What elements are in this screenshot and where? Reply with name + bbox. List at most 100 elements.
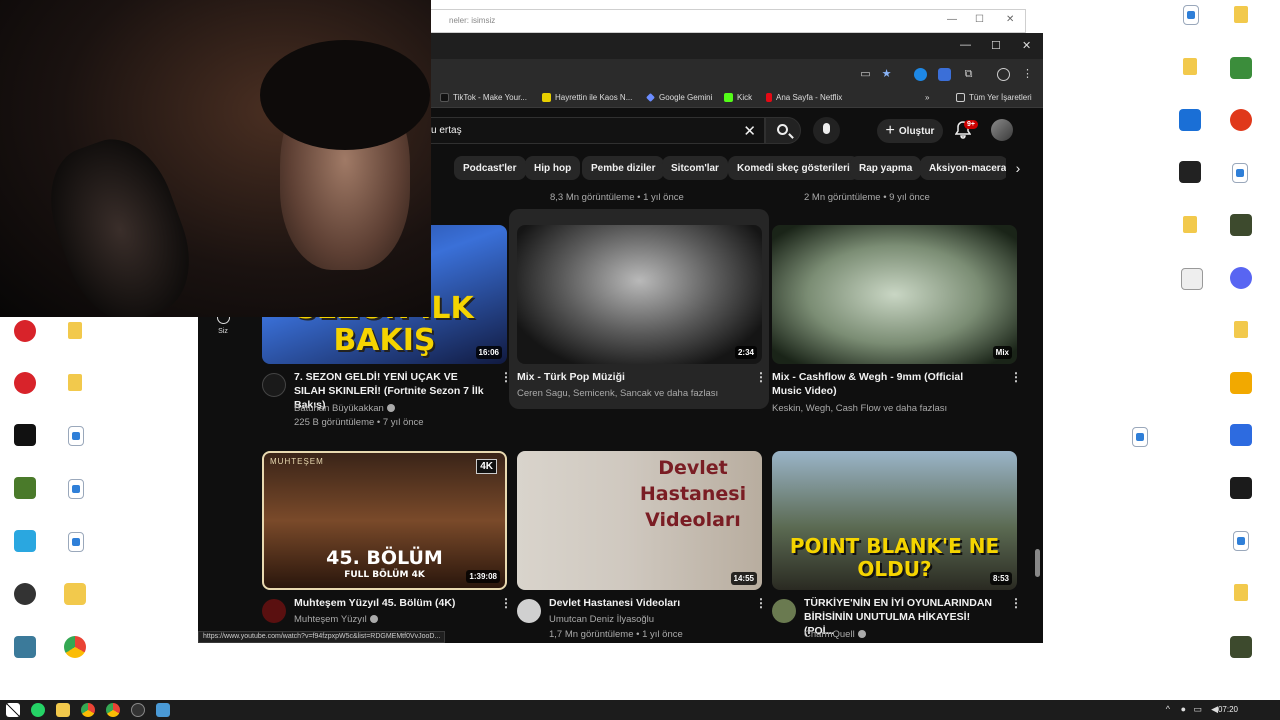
all-bookmarks[interactable]: Tüm Yer İşaretleri [956,93,1032,102]
app-icon[interactable] [14,530,36,552]
channel-avatar[interactable] [262,373,286,397]
clear-search-icon[interactable]: ✕ [743,122,756,140]
more-options-icon[interactable]: ⋮ [1010,597,1022,609]
app-icon[interactable] [156,703,170,717]
video-card[interactable]: Devlet Hastanesi Videoları 14:55 Devlet … [517,451,767,640]
cast-icon[interactable]: ▭ [859,68,872,81]
create-button[interactable]: + Oluştur [877,119,943,143]
chip[interactable]: Aksiyon-macera d [920,156,1008,180]
scrollbar[interactable] [1034,154,1040,634]
audio-icon[interactable] [1230,477,1252,499]
chip[interactable]: Sitcom'lar [662,156,728,180]
channel-name[interactable]: Keskin, Wegh, Cash Flow ve daha fazlası [772,403,947,414]
clock[interactable]: 07:20 [1218,705,1238,714]
chip[interactable]: Podcast'ler [454,156,526,180]
epic-games-icon[interactable] [14,424,36,446]
channel-name[interactable]: CharmQuell [804,629,866,640]
network-icon[interactable]: ▭ [1193,704,1202,715]
video-title[interactable]: Muhteşem Yüzyıl 45. Bölüm (4K) [294,596,492,610]
video-card[interactable]: 2:34 Mix - Türk Pop Müziği Ceren Sagu, S… [517,225,767,399]
folder-icon[interactable] [1183,216,1197,233]
profile-icon[interactable] [997,68,1010,81]
video-card[interactable]: Mix Mix - Cashflow & Wegh - 9mm (Officia… [772,225,1022,414]
app-icon[interactable] [14,320,36,342]
close-icon[interactable]: ✕ [1022,39,1031,52]
app-icon[interactable] [14,636,36,658]
bookmark-tiktok[interactable]: TikTok - Make Your... [440,93,527,102]
background-window[interactable]: neler: isimsiz — ☐ ✕ [430,9,1026,33]
video-title[interactable]: Devlet Hastanesi Videoları [549,596,747,610]
video-thumbnail[interactable]: POINT BLANK'E NE OLDU? 8:53 [772,451,1017,590]
search-button[interactable] [765,117,801,144]
teamviewer-icon[interactable] [1179,109,1201,131]
chip[interactable]: Rap yapma [850,156,922,180]
video-title[interactable]: Mix - Türk Pop Müziği [517,370,715,384]
channel-name[interactable]: Ceren Sagu, Semicenk, Sancak ve daha faz… [517,388,718,399]
app-icon[interactable] [1230,424,1252,446]
media-icon[interactable] [1181,268,1203,290]
chrome-icon[interactable] [64,636,86,658]
whatsapp-icon[interactable] [31,703,45,717]
more-options-icon[interactable]: ⋮ [500,597,512,609]
obs-icon[interactable] [131,703,145,717]
video-card[interactable]: MUHTEŞEM 4K 45. BÖLÜM FULL BÖLÜM 4K 1:39… [262,451,512,625]
chips-next-icon[interactable]: › [1006,156,1030,180]
bookmark-gemini[interactable]: Google Gemini [646,93,712,102]
menu-dots-icon[interactable]: ⋮ [1021,68,1034,81]
folder-icon[interactable] [1234,584,1248,601]
rockstar-icon[interactable] [64,583,86,605]
folder-icon[interactable] [68,374,82,391]
extensions-puzzle-icon[interactable]: ⧉ [962,68,975,81]
search-input[interactable]: u ertaş ✕ [378,117,765,144]
channel-name[interactable]: Umutcan Deniz İlyasoğlu [549,614,654,625]
document-icon[interactable] [1183,5,1199,25]
more-options-icon[interactable]: ⋮ [755,371,767,383]
app-icon[interactable] [1230,57,1252,79]
more-options-icon[interactable]: ⋮ [1010,371,1022,383]
obs-icon[interactable] [14,583,36,605]
mic-icon[interactable]: ● [1181,704,1186,714]
image-icon[interactable] [1230,636,1252,658]
discord-icon[interactable] [1230,267,1252,289]
video-thumbnail[interactable]: 2:34 [517,225,762,364]
app-icon[interactable] [14,372,36,394]
start-icon[interactable] [6,703,20,717]
extension-icon[interactable] [938,68,951,81]
video-thumbnail[interactable]: MUHTEŞEM 4K 45. BÖLÜM FULL BÖLÜM 4K 1:39… [262,451,507,590]
bookmark-kick[interactable]: Kick [724,93,752,102]
close-icon[interactable]: ✕ [1006,14,1014,25]
document-icon[interactable] [68,532,84,552]
folder-icon[interactable] [68,322,82,339]
channel-avatar[interactable] [517,599,541,623]
bookmark-hayrettin[interactable]: Hayrettin ile Kaos N... [542,93,632,102]
volume-icon[interactable]: ◀ [1211,704,1218,715]
video-title[interactable]: Mix - Cashflow & Wegh - 9mm (Official Mu… [772,370,970,398]
video-thumbnail[interactable]: Devlet Hastanesi Videoları 14:55 [517,451,762,590]
voice-search-button[interactable] [813,117,840,144]
folder-icon[interactable] [1234,321,1248,338]
folder-icon[interactable] [1234,6,1248,23]
account-avatar[interactable] [991,119,1013,141]
bookmarks-overflow-icon[interactable]: » [925,93,929,102]
bookmark-netflix[interactable]: Ana Sayfa - Netflix [766,93,842,102]
video-card[interactable]: POINT BLANK'E NE OLDU? 8:53 TÜRKİYE'NİN … [772,451,1022,640]
tray-arrow-icon[interactable]: ^ [1166,704,1170,714]
document-icon[interactable] [68,479,84,499]
document-icon[interactable] [1232,163,1248,183]
minimize-icon[interactable]: — [947,14,957,25]
channel-name[interactable]: Batuhan Büyükakkan [294,403,395,414]
video-thumbnail[interactable]: Mix [772,225,1017,364]
more-options-icon[interactable]: ⋮ [500,371,512,383]
app-icon[interactable] [1179,161,1201,183]
document-icon[interactable] [1233,531,1249,551]
channel-name[interactable]: Muhteşem Yüzyıl [294,614,378,625]
extension-icon[interactable] [914,68,927,81]
chrome-icon[interactable] [106,703,120,717]
minecraft-icon[interactable] [14,477,36,499]
chip[interactable]: Pembe diziler [582,156,665,180]
folder-icon[interactable] [1183,58,1197,75]
bookmark-star-icon[interactable]: ★ [880,68,893,81]
chip[interactable]: Hip hop [525,156,581,180]
file-explorer-icon[interactable] [56,703,70,717]
chip[interactable]: Komedi skeç gösterileri [728,156,859,180]
